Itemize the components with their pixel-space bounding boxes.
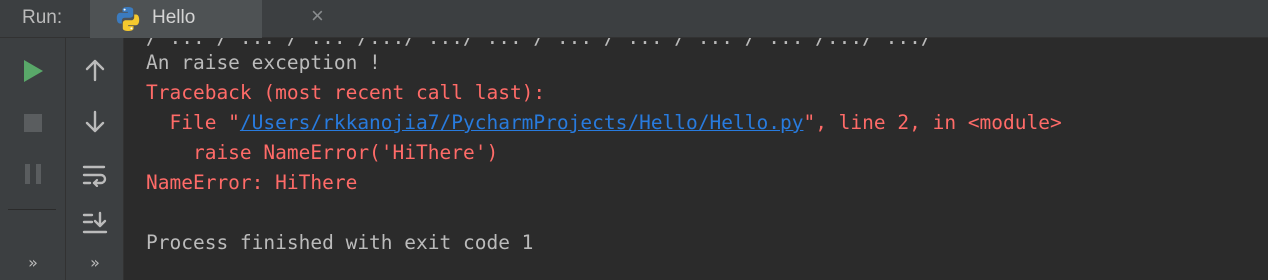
- rerun-button[interactable]: [15, 53, 51, 89]
- more-console-actions-button[interactable]: »: [77, 244, 113, 280]
- console-actions-gutter: »: [66, 38, 124, 280]
- file-prefix: File ": [146, 111, 240, 134]
- chevron-right-double-icon: »: [28, 252, 38, 272]
- console-line-output: An raise exception !: [146, 51, 381, 74]
- more-actions-button[interactable]: »: [15, 244, 51, 280]
- scroll-down-icon: [85, 110, 105, 133]
- pause-icon: [25, 164, 41, 184]
- run-controls-gutter: »: [0, 38, 66, 280]
- soft-wrap-icon: [82, 165, 107, 187]
- chevron-right-double-icon: »: [90, 252, 100, 272]
- tab-title: Hello: [152, 7, 196, 28]
- tab-hello[interactable]: Hello ×: [90, 0, 324, 38]
- run-label: Run:: [22, 7, 63, 28]
- python-icon: [116, 7, 140, 31]
- file-suffix: ", line 2, in <module>: [803, 111, 1062, 134]
- stop-icon: [24, 114, 42, 132]
- scroll-to-end-icon: [82, 211, 108, 234]
- pause-button[interactable]: [15, 156, 51, 192]
- scroll-up-icon: [85, 59, 105, 82]
- traceback-code-line: raise NameError('HiThere'): [146, 141, 499, 164]
- error-message: NameError: HiThere: [146, 171, 358, 194]
- scroll-up-button[interactable]: [77, 52, 113, 88]
- process-exit-line: Process finished with exit code 1: [146, 231, 534, 254]
- scroll-down-button[interactable]: [77, 104, 113, 140]
- close-icon[interactable]: ×: [311, 5, 324, 27]
- scroll-to-end-button[interactable]: [77, 206, 113, 242]
- soft-wrap-button[interactable]: [77, 157, 113, 193]
- gutter-divider: [8, 209, 56, 210]
- file-path-link[interactable]: /Users/rkkanojia7/PycharmProjects/Hello/…: [240, 111, 804, 134]
- console-output[interactable]: / ... / ... / ... /.../ .../ ... / ... /…: [124, 38, 1268, 280]
- run-icon: [24, 60, 43, 82]
- stop-button[interactable]: [15, 105, 51, 141]
- run-toolbar-header: Run: Hello ×: [0, 0, 1268, 38]
- traceback-file-line: File "/Users/rkkanojia7/PycharmProjects/…: [146, 109, 1062, 137]
- traceback-header: Traceback (most recent call last):: [146, 81, 546, 104]
